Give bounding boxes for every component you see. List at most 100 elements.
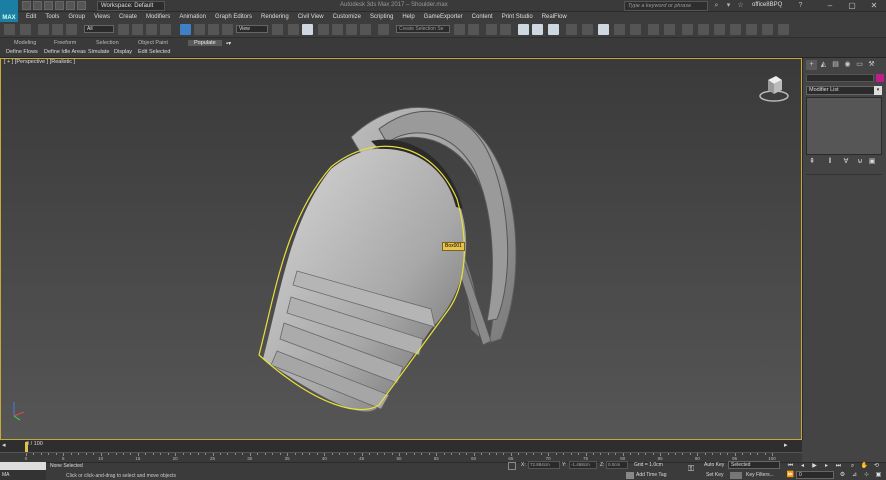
key-filters-button[interactable]: Key Filters... <box>746 472 774 478</box>
undo-button[interactable] <box>4 24 15 35</box>
scene-explorer-button[interactable] <box>486 24 497 35</box>
curve-editor-button[interactable] <box>532 24 543 35</box>
select-by-name-button[interactable] <box>132 24 143 35</box>
menu-item-print-studio[interactable]: Print Studio <box>502 14 533 20</box>
ribbon-options-icon[interactable]: ▪▾ <box>226 40 235 47</box>
ribbon-item-simulate[interactable]: Simulate <box>88 49 109 55</box>
edit-named-selection-button[interactable] <box>378 24 389 35</box>
toolbar-extra-7-button[interactable] <box>778 24 789 35</box>
viewport-label[interactable]: [ + ] [Perspective ] [Realistic ] <box>4 59 75 65</box>
app-logo[interactable]: MAX <box>0 0 18 22</box>
next-key-icon[interactable]: ▸ <box>822 462 831 470</box>
cart-icon[interactable]: ▾ <box>724 1 733 10</box>
maxscript-listener-input[interactable] <box>0 462 46 470</box>
z-coord-field[interactable]: 0.0cm <box>606 461 628 469</box>
search-icon[interactable]: ⌕ <box>712 1 721 10</box>
undo-icon[interactable] <box>55 1 64 10</box>
ribbon-tab-object-paint[interactable]: Object Paint <box>138 40 168 46</box>
toolbar-extra-5-button[interactable] <box>746 24 757 35</box>
current-frame-field[interactable]: 0 <box>796 471 834 479</box>
new-file-icon[interactable] <box>22 1 31 10</box>
configure-sets-icon[interactable]: ▣ <box>868 158 876 166</box>
menu-item-views[interactable]: Views <box>94 14 110 20</box>
minimize-button[interactable]: – <box>820 0 840 11</box>
menu-item-edit[interactable]: Edit <box>26 14 36 20</box>
select-scale-button[interactable] <box>208 24 219 35</box>
motion-tab-icon[interactable]: ◉ <box>842 60 853 70</box>
shoulder-armor-model[interactable] <box>1 59 802 440</box>
make-unique-icon[interactable]: ∀ <box>842 158 850 166</box>
object-name-field[interactable] <box>806 74 874 82</box>
percent-snap-button[interactable] <box>346 24 357 35</box>
menu-item-realflow[interactable]: RealFlow <box>542 14 567 20</box>
ribbon-tab-freeform[interactable]: Freeform <box>54 40 76 46</box>
select-object-button[interactable] <box>118 24 129 35</box>
reference-coord-dropdown[interactable]: View <box>236 25 268 33</box>
ribbon-item-define-flows[interactable]: Define Flows <box>6 49 38 55</box>
toolbar-extra-4-button[interactable] <box>730 24 741 35</box>
menu-item-customize[interactable]: Customize <box>333 14 361 20</box>
show-end-result-icon[interactable]: ‖ <box>826 158 834 166</box>
menu-item-graph-editors[interactable]: Graph Editors <box>215 14 252 20</box>
go-to-start-icon[interactable]: ⏮ <box>786 462 795 470</box>
mirror-button[interactable] <box>454 24 465 35</box>
render-setup-button[interactable] <box>582 24 593 35</box>
chevron-down-icon[interactable]: ▾ <box>874 86 882 95</box>
modify-tab-icon[interactable]: ◭ <box>818 60 829 70</box>
ribbon-toggle-button[interactable] <box>518 24 529 35</box>
spinner-snap-button[interactable] <box>360 24 371 35</box>
select-manipulate-button[interactable] <box>288 24 299 35</box>
menu-item-gameexporter[interactable]: GameExporter <box>424 14 463 20</box>
zoom-icon[interactable]: ⌕ <box>848 462 857 470</box>
search-input[interactable]: Type a keyword or phrase <box>624 1 708 11</box>
pan-icon[interactable]: ✋ <box>860 462 869 470</box>
schematic-view-button[interactable] <box>548 24 559 35</box>
angle-snap-button[interactable] <box>332 24 343 35</box>
utilities-tab-icon[interactable]: ⚒ <box>866 60 877 70</box>
track-bar[interactable]: 0 5 10 15 20 25 30 35 40 45 50 55 60 65 70 75 80 85 90 95 10… <box>0 452 802 462</box>
play-icon[interactable]: ▶ <box>810 462 819 470</box>
hierarchy-tab-icon[interactable]: ▤ <box>830 60 841 70</box>
unlink-button[interactable] <box>52 24 63 35</box>
close-button[interactable]: ✕ <box>864 0 884 11</box>
menu-item-modifiers[interactable]: Modifiers <box>146 14 170 20</box>
menu-item-help[interactable]: Help <box>402 14 414 20</box>
ribbon-item-edit-selected[interactable]: Edit Selected <box>138 49 170 55</box>
toolbar-extra-1-button[interactable] <box>682 24 693 35</box>
menu-item-group[interactable]: Group <box>68 14 85 20</box>
x-coord-field[interactable]: 72.884cm <box>528 461 560 469</box>
ribbon-item-define-idle-areas[interactable]: Define Idle Areas <box>44 49 86 55</box>
align-button[interactable] <box>468 24 479 35</box>
menu-item-animation[interactable]: Animation <box>179 14 206 20</box>
selection-lock-icon[interactable] <box>508 462 516 470</box>
render-production-button[interactable] <box>614 24 625 35</box>
pin-stack-icon[interactable]: ⇞ <box>808 158 816 166</box>
time-slider[interactable] <box>0 440 802 452</box>
named-selection-set-dropdown[interactable]: Create Selection Se <box>396 25 450 33</box>
next-frame-icon[interactable]: ▸ <box>784 441 788 449</box>
time-config-icon[interactable]: ⚙ <box>838 471 847 479</box>
menu-item-content[interactable]: Content <box>472 14 493 20</box>
workspace-dropdown[interactable]: Workspace: Default <box>97 1 165 11</box>
y-coord-field[interactable]: -1.468cm <box>569 461 597 469</box>
teapot-render-button[interactable] <box>664 24 675 35</box>
ribbon-tab-populate[interactable]: Populate <box>188 40 222 46</box>
ribbon-tab-selection[interactable]: Selection <box>96 40 119 46</box>
toolbar-extra-2-button[interactable] <box>698 24 709 35</box>
project-folder-icon[interactable] <box>77 1 86 10</box>
rect-selection-button[interactable] <box>146 24 157 35</box>
bind-space-warp-button[interactable] <box>66 24 77 35</box>
set-key-button[interactable]: Set Key <box>706 472 724 478</box>
add-time-tag-button[interactable]: Add Time Tag <box>636 472 666 478</box>
key-mode-dropdown[interactable]: Selected <box>728 461 780 469</box>
display-tab-icon[interactable]: ▭ <box>854 60 865 70</box>
modifier-list-dropdown[interactable]: Modifier List <box>806 86 882 95</box>
keyboard-shortcut-toggle[interactable] <box>302 24 313 35</box>
auto-key-button[interactable]: Auto Key <box>704 462 724 468</box>
menu-item-tools[interactable]: Tools <box>45 14 59 20</box>
add-time-tag-icon[interactable] <box>626 472 634 479</box>
maximize-viewport-icon[interactable]: ▣ <box>874 471 883 479</box>
menu-item-civil-view[interactable]: Civil View <box>298 14 324 20</box>
toolbar-extra-6-button[interactable] <box>762 24 773 35</box>
menu-item-create[interactable]: Create <box>119 14 137 20</box>
